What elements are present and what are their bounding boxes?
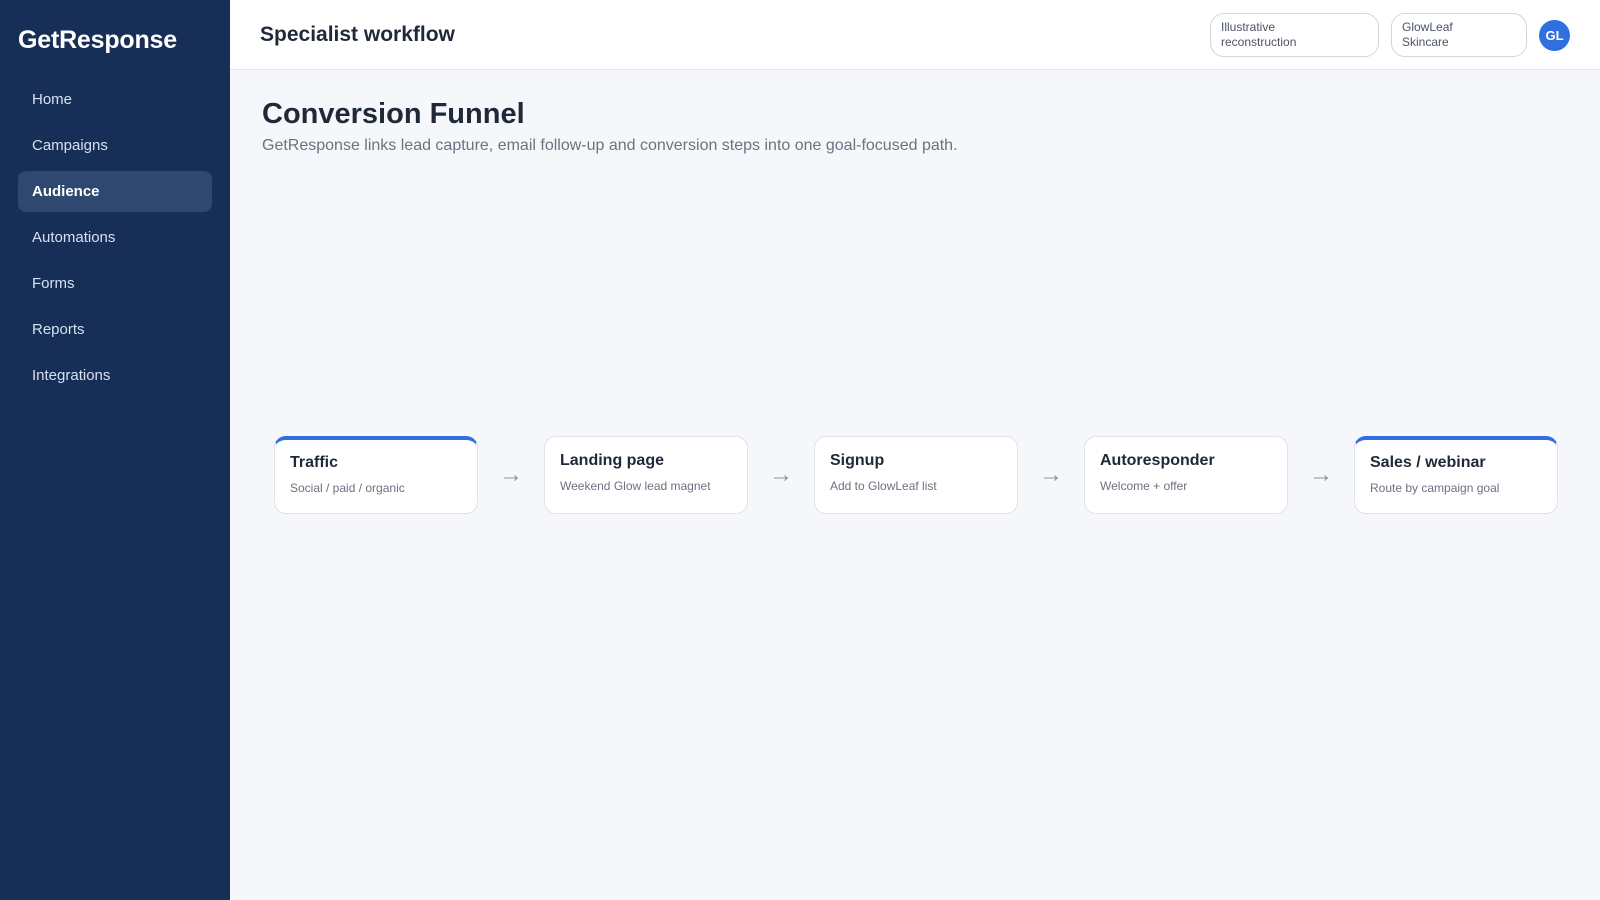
- funnel-step-traffic[interactable]: Traffic Social / paid / organic: [274, 436, 478, 514]
- reconstruction-badge-line1: Illustrative: [1221, 20, 1276, 34]
- funnel-step-name: Sales / webinar: [1370, 454, 1486, 471]
- funnel-flow: Traffic Social / paid / organic → Landin…: [274, 436, 1558, 514]
- funnel-step-sales-webinar[interactable]: Sales / webinar Route by campaign goal: [1354, 436, 1558, 514]
- reconstruction-badge[interactable]: Illustrative reconstruction: [1210, 13, 1379, 57]
- funnel-step-desc: Weekend Glow lead magnet: [560, 479, 711, 493]
- account-switcher-line1: GlowLeaf: [1402, 20, 1453, 34]
- reconstruction-badge-line2: reconstruction: [1221, 35, 1297, 49]
- account-switcher[interactable]: GlowLeaf Skincare: [1391, 13, 1527, 57]
- page-subtitle: GetResponse links lead capture, email fo…: [262, 137, 958, 154]
- avatar[interactable]: GL: [1539, 19, 1570, 51]
- arrow-right-icon: →: [1309, 461, 1333, 488]
- sidebar-item-reports[interactable]: Reports: [18, 309, 212, 350]
- funnel-step-desc: Welcome + offer: [1100, 479, 1188, 493]
- sidebar-nav: Home Campaigns Audience Automations Form…: [18, 79, 212, 396]
- app-root: GetResponse Home Campaigns Audience Auto…: [0, 0, 1600, 900]
- funnel-step-desc: Social / paid / organic: [290, 481, 405, 495]
- topbar: Specialist workflow Illustrative reconst…: [230, 0, 1600, 70]
- arrow-right-icon: →: [499, 461, 523, 488]
- sidebar: GetResponse Home Campaigns Audience Auto…: [0, 0, 230, 900]
- sidebar-item-automations[interactable]: Automations: [18, 217, 212, 258]
- funnel-step-name: Traffic: [290, 454, 339, 471]
- funnel-step-name: Autoresponder: [1100, 452, 1215, 469]
- funnel-step-name: Signup: [830, 452, 885, 469]
- sidebar-item-audience[interactable]: Audience: [18, 171, 212, 212]
- topbar-actions: Illustrative reconstruction GlowLeaf Ski…: [1210, 0, 1570, 70]
- funnel-step-autoresponder[interactable]: Autoresponder Welcome + offer: [1084, 436, 1288, 514]
- funnel-step-desc: Route by campaign goal: [1370, 481, 1500, 495]
- arrow-right-icon: →: [769, 461, 793, 488]
- funnel-step-desc: Add to GlowLeaf list: [830, 479, 937, 493]
- main-area: Specialist workflow Illustrative reconst…: [230, 0, 1600, 900]
- arrow-right-icon: →: [1039, 461, 1063, 488]
- sidebar-item-forms[interactable]: Forms: [18, 263, 212, 304]
- funnel-step-landing-page[interactable]: Landing page Weekend Glow lead magnet: [544, 436, 748, 514]
- topbar-title: Specialist workflow: [260, 22, 455, 46]
- sidebar-item-home[interactable]: Home: [18, 79, 212, 120]
- brand-logo[interactable]: GetResponse: [18, 26, 212, 55]
- funnel-step-signup[interactable]: Signup Add to GlowLeaf list: [814, 436, 1018, 514]
- account-switcher-line2: Skincare: [1402, 35, 1449, 49]
- sidebar-item-campaigns[interactable]: Campaigns: [18, 125, 212, 166]
- page-title: Conversion Funnel: [262, 98, 525, 130]
- funnel-step-name: Landing page: [560, 452, 664, 469]
- sidebar-item-integrations[interactable]: Integrations: [18, 355, 212, 396]
- page-content: Conversion Funnel GetResponse links lead…: [230, 70, 1600, 900]
